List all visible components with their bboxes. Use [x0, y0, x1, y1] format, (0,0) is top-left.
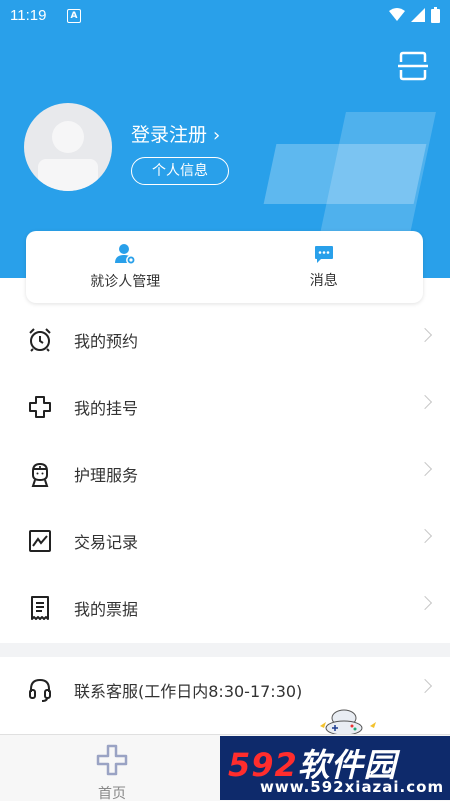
menu-item-label: 护理服务	[74, 465, 139, 485]
patient-management-label: 就诊人管理	[90, 274, 161, 290]
notification-badge: A	[67, 9, 81, 23]
menu-item-registrations[interactable]: 我的挂号	[0, 373, 450, 440]
scan-button[interactable]	[398, 50, 428, 82]
messages-label: 消息	[309, 273, 338, 289]
chevron-right-icon: ›	[213, 125, 221, 146]
menu-item-label: 我的票据	[74, 599, 139, 619]
battery-icon	[431, 7, 440, 23]
mascot-gamepad-icon	[320, 709, 376, 736]
watermark-logo: 592软件园 www.592xiazai.com	[220, 736, 450, 800]
menu-item-label: 联系客服(工作日内8:30-17:30)	[74, 682, 303, 701]
nurse-icon	[27, 461, 53, 487]
menu-item-transactions[interactable]: 交易记录	[0, 507, 450, 574]
menu-list: 我的预约 我的挂号 护理服务 交易记录 我的票据	[0, 306, 450, 641]
plus-cross-icon	[27, 394, 53, 420]
status-icons	[389, 7, 440, 23]
status-bar: 11:19 A	[0, 0, 450, 32]
home-cross-icon	[96, 744, 128, 776]
chevron-right-icon	[417, 327, 433, 343]
tab-home[interactable]: 首页	[82, 743, 142, 803]
wifi-icon	[389, 8, 405, 21]
watermark-url: www.592xiazai.com	[260, 778, 445, 796]
message-icon	[314, 246, 333, 263]
tab-home-label: 首页	[98, 786, 126, 802]
login-register-label: 登录注册	[131, 124, 208, 146]
section-divider	[0, 643, 450, 657]
messages-button[interactable]: 消息	[225, 231, 424, 303]
avatar-body	[38, 159, 98, 191]
headset-icon	[27, 677, 53, 703]
chevron-right-icon	[417, 394, 433, 410]
patient-management-button[interactable]: 就诊人管理	[26, 231, 225, 303]
menu-item-label: 我的预约	[74, 331, 139, 351]
menu-item-nursing-service[interactable]: 护理服务	[0, 440, 450, 507]
alarm-clock-icon	[27, 327, 53, 353]
profile-info-button[interactable]: 个人信息	[131, 157, 229, 185]
chart-icon	[27, 528, 53, 554]
status-time: 11:19	[10, 7, 47, 24]
scan-icon	[398, 51, 428, 81]
chevron-right-icon	[417, 528, 433, 544]
login-register-link[interactable]: 登录注册 ›	[131, 120, 220, 147]
menu-item-label: 我的挂号	[74, 398, 139, 418]
user-manage-icon	[115, 244, 137, 265]
receipt-icon	[27, 595, 53, 621]
menu-item-receipts[interactable]: 我的票据	[0, 574, 450, 641]
menu-item-appointments[interactable]: 我的预约	[0, 306, 450, 373]
avatar[interactable]	[24, 103, 112, 191]
quick-actions-card: 就诊人管理 消息	[26, 231, 423, 303]
chevron-right-icon	[417, 595, 433, 611]
signal-icon	[411, 8, 425, 22]
chevron-right-icon	[417, 678, 433, 694]
chevron-right-icon	[417, 461, 433, 477]
menu-item-label: 交易记录	[74, 532, 139, 552]
avatar-head	[52, 121, 84, 153]
menu-item-customer-service[interactable]: 联系客服(工作日内8:30-17:30)	[0, 657, 450, 723]
